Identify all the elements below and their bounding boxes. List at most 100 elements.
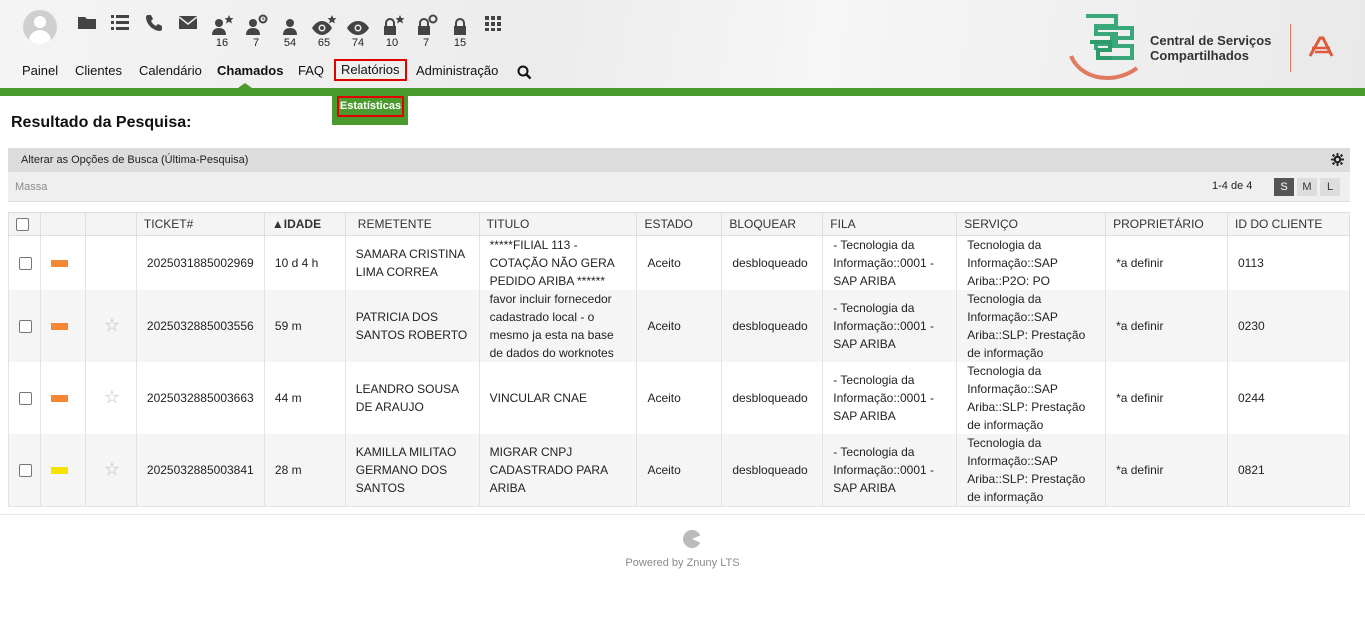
ticket-customer-id: 0244 — [1227, 362, 1350, 434]
search-icon[interactable] — [517, 65, 532, 84]
ticket-sender: KAMILLA MILITAO GERMANO DOS SANTOS — [344, 434, 480, 507]
ticket-title[interactable]: VINCULAR CNAE — [478, 362, 638, 434]
ticket-age: 28 m — [263, 434, 346, 507]
star-cell — [84, 235, 137, 290]
ticket-table: TICKET# ▲IDADE REMETENTE TITULO ESTADO B… — [8, 212, 1350, 507]
responsible-reached-icon[interactable]: 7 — [243, 14, 269, 50]
company-logo-icon — [1308, 36, 1334, 57]
locked-total-count: 15 — [453, 37, 467, 49]
column-age[interactable]: ▲IDADE — [263, 212, 346, 236]
ticket-owner: *a definir — [1105, 235, 1228, 290]
star-icon[interactable]: ☆ — [84, 434, 137, 507]
locked-new-icon[interactable]: 10 — [379, 14, 405, 50]
apps-grid-icon[interactable] — [481, 14, 507, 50]
ticket-age: 10 d 4 h — [263, 235, 346, 290]
ticket-lock: desbloqueado — [721, 362, 824, 434]
znuny-logo-icon — [682, 529, 702, 554]
responsible-reached-count: 7 — [252, 37, 260, 49]
search-options-bar[interactable]: Alterar as Opções de Busca (Última-Pesqu… — [8, 148, 1350, 172]
queue-view-icon[interactable] — [107, 14, 133, 50]
row-checkbox[interactable] — [8, 235, 41, 290]
ticket-owner: *a definir — [1105, 434, 1228, 507]
view-size-large-button[interactable]: L — [1320, 178, 1340, 196]
column-owner[interactable]: PROPRIETÁRIO — [1105, 212, 1228, 236]
nav-clientes[interactable]: Clientes — [75, 63, 122, 79]
ticket-title[interactable]: favor incluir fornecedor cadastrado loca… — [478, 290, 638, 362]
nav-bar-accent — [0, 88, 1365, 96]
column-title[interactable]: TITULO — [478, 212, 638, 236]
column-ticket[interactable]: TICKET# — [135, 212, 265, 236]
search-options-link[interactable]: Alterar as Opções de Busca (Última-Pesqu… — [21, 154, 248, 166]
ticket-number[interactable]: 2025031885002969 — [135, 235, 265, 290]
nav-relatorios[interactable]: Relatórios — [334, 59, 407, 81]
view-size-small-button[interactable]: S — [1274, 178, 1294, 196]
reports-submenu: Estatísticas — [332, 96, 408, 125]
ticket-title[interactable]: *****FILIAL 113 - COTAÇÃO NÃO GERA PEDID… — [478, 235, 638, 290]
submenu-estatisticas[interactable]: Estatísticas — [337, 96, 404, 117]
watched-total-icon[interactable]: 74 — [345, 14, 371, 50]
ticket-age: 59 m — [263, 290, 346, 362]
powered-by: Powered by Znuny LTS — [625, 557, 740, 569]
column-service[interactable]: SERVIÇO — [956, 212, 1107, 236]
pagination-info: 1-4 de 4 — [1212, 180, 1253, 192]
locked-reached-icon[interactable]: 7 — [413, 14, 439, 50]
ticket-queue: - Tecnologia da Informação::0001 - SAP A… — [822, 235, 958, 290]
ticket-number[interactable]: 2025032885003556 — [135, 290, 265, 362]
column-queue[interactable]: FILA — [822, 212, 958, 236]
gear-icon[interactable] — [1331, 153, 1344, 171]
ticket-number[interactable]: 2025032885003841 — [135, 434, 265, 507]
nav-administracao[interactable]: Administração — [416, 63, 498, 79]
ticket-number[interactable]: 2025032885003663 — [135, 362, 265, 434]
responsible-new-count: 16 — [215, 37, 229, 49]
ticket-state: Aceito — [636, 290, 723, 362]
table-row[interactable]: ☆ 2025032885003556 59 m PATRICIA DOS SAN… — [8, 290, 1350, 362]
new-phone-ticket-icon[interactable] — [74, 14, 100, 50]
row-checkbox[interactable] — [8, 290, 41, 362]
column-customer-id[interactable]: ID DO CLIENTE — [1227, 212, 1350, 236]
ticket-owner: *a definir — [1105, 290, 1228, 362]
footer: Powered by Znuny LTS — [0, 514, 1365, 640]
row-checkbox[interactable] — [8, 362, 41, 434]
table-row[interactable]: ☆ 2025032885003841 28 m KAMILLA MILITAO … — [8, 434, 1350, 507]
locked-total-icon[interactable]: 15 — [447, 14, 473, 50]
star-icon[interactable]: ☆ — [84, 362, 137, 434]
bulk-action-button[interactable]: Massa — [15, 181, 47, 193]
ticket-state: Aceito — [636, 434, 723, 507]
star-icon[interactable]: ☆ — [84, 290, 137, 362]
table-row[interactable]: 2025031885002969 10 d 4 h SAMARA CRISTIN… — [8, 235, 1350, 290]
brand-line-1: Central de Serviços — [1150, 33, 1272, 48]
locked-reached-count: 7 — [422, 37, 430, 49]
table-row[interactable]: ☆ 2025032885003663 44 m LEANDRO SOUSA DE… — [8, 362, 1350, 434]
nav-faq[interactable]: FAQ — [298, 63, 324, 79]
ticket-queue: - Tecnologia da Informação::0001 - SAP A… — [822, 290, 958, 362]
ticket-sender: PATRICIA DOS SANTOS ROBERTO — [344, 290, 480, 362]
nav-chamados[interactable]: Chamados — [217, 63, 283, 79]
ticket-owner: *a definir — [1105, 362, 1228, 434]
ticket-title[interactable]: MIGRAR CNPJ CADASTRADO PARA ARIBA — [478, 434, 638, 507]
locked-new-count: 10 — [385, 37, 399, 49]
ticket-sender: LEANDRO SOUSA DE ARAUJO — [344, 362, 480, 434]
ticket-customer-id: 0113 — [1227, 235, 1350, 290]
ticket-service: Tecnologia da Informação::SAP Ariba::SLP… — [956, 362, 1107, 434]
view-size-medium-button[interactable]: M — [1297, 178, 1317, 196]
row-checkbox[interactable] — [8, 434, 41, 507]
avatar[interactable] — [23, 10, 57, 44]
watched-total-count: 74 — [351, 37, 365, 49]
column-state[interactable]: ESTADO — [636, 212, 723, 236]
brand-divider — [1290, 24, 1291, 72]
priority-column-header — [40, 212, 86, 236]
brand-name: Central de Serviços Compartilhados — [1150, 33, 1271, 63]
responsible-total-icon[interactable]: 54 — [277, 14, 303, 50]
email-icon[interactable] — [175, 14, 201, 50]
column-lock[interactable]: BLOQUEAR — [721, 212, 824, 236]
nav-calendario[interactable]: Calendário — [139, 63, 202, 79]
select-all-checkbox[interactable] — [8, 212, 41, 236]
priority-indicator — [40, 434, 86, 507]
ticket-customer-id: 0230 — [1227, 290, 1350, 362]
responsible-new-icon[interactable]: 16 — [209, 14, 235, 50]
nav-painel[interactable]: Painel — [22, 63, 58, 79]
phone-icon[interactable] — [141, 14, 167, 50]
watched-new-icon[interactable]: 65 — [311, 14, 337, 50]
priority-indicator — [40, 290, 86, 362]
column-sender[interactable]: REMETENTE — [344, 212, 480, 236]
